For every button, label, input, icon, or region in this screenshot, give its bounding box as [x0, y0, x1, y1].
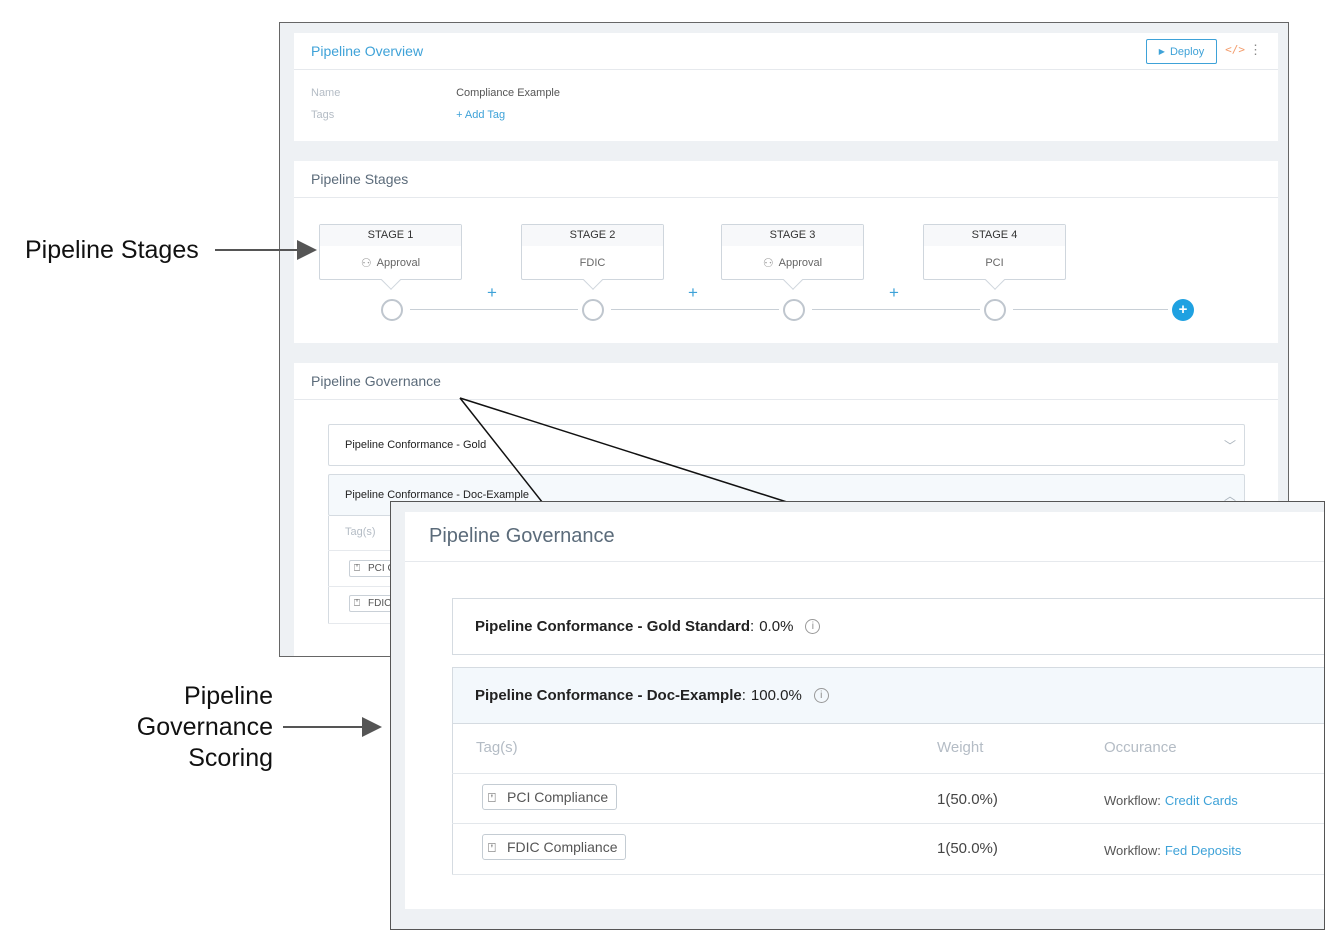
overview-title: Pipeline Overview [311, 43, 424, 59]
tag-chip-label: FDIC Compliance [507, 839, 618, 855]
stage-card[interactable]: STAGE 4 PCI [923, 224, 1066, 290]
workflow-link[interactable]: Credit Cards [1165, 793, 1238, 808]
scoring-callout-line: Governance [136, 713, 273, 741]
add-stage-button[interactable]: + [1172, 299, 1194, 321]
workflow-label: Workflow: [1104, 843, 1161, 858]
stage-body: Approval [778, 257, 823, 269]
stage-label: STAGE 1 [320, 225, 461, 246]
tags-key: Tags [311, 109, 335, 121]
tags-column-header: Tag(s) [345, 526, 376, 538]
stage-node[interactable] [783, 299, 805, 321]
table-border [328, 516, 329, 624]
tag-icon: ⍞ [488, 790, 496, 805]
tag-chip-label: FDIC [368, 598, 392, 609]
name-value: Compliance Example [456, 87, 560, 99]
stage-card[interactable]: STAGE 1 ⚇ Approval [319, 224, 462, 290]
more-options-icon[interactable]: ⋮ [1249, 42, 1262, 58]
governance-row-gold[interactable]: Pipeline Conformance - Gold ﹀ [328, 424, 1245, 466]
pipeline-overview-card: Pipeline Overview ▶ Deploy </> ⋮ Name Co… [294, 33, 1278, 141]
occurance-column-header: Occurance [1104, 739, 1177, 756]
pipeline-stages-card: Pipeline Stages STAGE 1 ⚇ Approval STAGE … [294, 161, 1278, 343]
tag-chip-label: PCI Compliance [507, 789, 609, 805]
tags-column-header: Tag(s) [476, 739, 518, 756]
stage-node[interactable] [582, 299, 604, 321]
weight-value: 1(50.0%) [937, 840, 998, 857]
stage-label: STAGE 3 [722, 225, 863, 246]
stage-connector [812, 309, 980, 310]
row-divider [452, 823, 1324, 824]
tag-chip: ⍞ PCI Compliance [482, 784, 618, 810]
scoring-callout-line: Scoring [188, 744, 273, 772]
stage-connector [611, 309, 779, 310]
stage-connector [410, 309, 578, 310]
info-icon[interactable]: i [813, 688, 829, 703]
zoom-governance-title: Pipeline Governance [405, 512, 1324, 562]
stage-node[interactable] [381, 299, 403, 321]
tag-icon: ⍞ [354, 598, 360, 609]
stage-card[interactable]: STAGE 3 ⚇ Approval [721, 224, 864, 290]
stage-connector [1013, 309, 1168, 310]
conformance-name: Pipeline Conformance - Doc-Example [475, 687, 742, 704]
overview-header: Pipeline Overview ▶ Deploy </> ⋮ [294, 33, 1278, 70]
weight-column-header: Weight [937, 739, 984, 756]
governance-row-name: Pipeline Conformance - Gold [345, 439, 487, 451]
workflow-link[interactable]: Fed Deposits [1165, 843, 1242, 858]
stage-card[interactable]: STAGE 2 FDIC [521, 224, 664, 290]
tag-icon: ⍞ [488, 840, 496, 855]
chevron-down-icon[interactable]: ﹀ [1224, 437, 1236, 454]
governance-zoom-card: Pipeline Governance Pipeline Conformance… [405, 512, 1324, 909]
weight-value: 1(50.0%) [937, 791, 998, 808]
stage-node[interactable] [984, 299, 1006, 321]
approval-icon: ⚇ [762, 256, 774, 270]
stage-label: STAGE 4 [924, 225, 1065, 246]
info-icon[interactable]: i [805, 619, 821, 634]
scoring-callout-line: Pipeline [184, 682, 273, 710]
conformance-score: 100.0% [750, 687, 802, 704]
insert-stage-plus[interactable]: + [487, 283, 497, 303]
name-row: Name Compliance Example [311, 87, 560, 99]
insert-stage-plus[interactable]: + [889, 283, 899, 303]
approval-icon: ⚇ [360, 256, 372, 270]
governance-row-name: Pipeline Conformance - Doc-Example [345, 489, 530, 501]
name-key: Name [311, 87, 341, 99]
tag-icon: ⍞ [354, 563, 360, 574]
play-icon: ▶ [1158, 47, 1165, 56]
deploy-label: Deploy [1169, 45, 1205, 58]
tag-chip: ⍞ FDIC Compliance [482, 834, 627, 860]
governance-zoom-panel: Pipeline Governance Pipeline Conformance… [390, 501, 1325, 930]
stages-callout-label: Pipeline Stages [25, 236, 199, 264]
conformance-score: 0.0% [759, 618, 794, 635]
scoring-callout-label: Pipeline Governance Scoring [128, 681, 273, 774]
add-tag-link[interactable]: + Add Tag [456, 109, 505, 121]
workflow-label: Workflow: [1104, 793, 1161, 808]
code-icon[interactable]: </> [1225, 43, 1245, 56]
row-divider [452, 773, 1324, 774]
tags-row: Tags + Add Tag [311, 109, 505, 121]
stage-label: STAGE 2 [522, 225, 663, 246]
deploy-button[interactable]: ▶ Deploy [1146, 39, 1217, 64]
workflow-cell: Workflow: Credit Cards [1104, 793, 1238, 808]
governance-header: Pipeline Governance [294, 363, 1278, 400]
conformance-name: Pipeline Conformance - Gold Standard [475, 618, 751, 635]
insert-stage-plus[interactable]: + [688, 283, 698, 303]
table-border [452, 724, 453, 875]
workflow-cell: Workflow: Fed Deposits [1104, 843, 1241, 858]
governance-title: Pipeline Governance [311, 373, 441, 389]
stages-title: Pipeline Stages [311, 171, 409, 187]
zoom-row-doc-example[interactable]: Pipeline Conformance - Doc-Example: 100.… [452, 667, 1324, 724]
row-divider [452, 874, 1324, 875]
zoom-row-gold[interactable]: Pipeline Conformance - Gold Standard: 0.… [452, 598, 1324, 655]
stages-header: Pipeline Stages [294, 161, 1278, 198]
stage-body: Approval [376, 257, 421, 269]
